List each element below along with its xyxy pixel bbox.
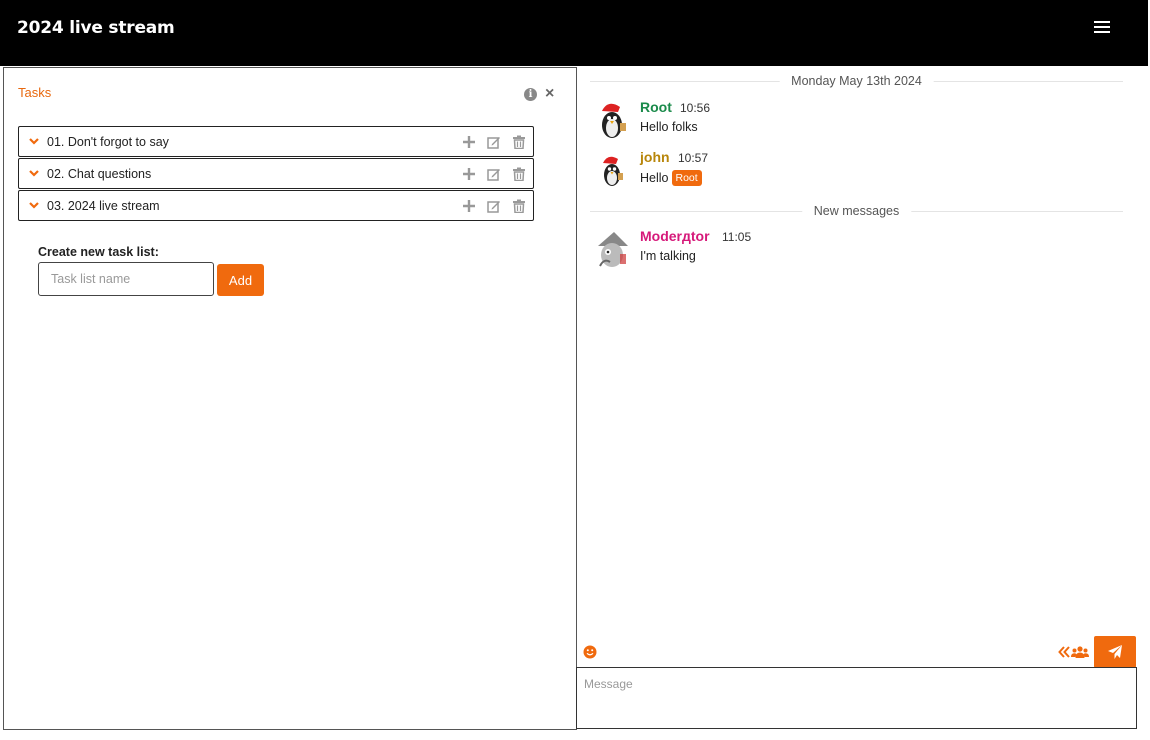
message-text: I'm talking: [640, 249, 696, 263]
tasks-title[interactable]: Tasks: [18, 85, 51, 100]
trash-icon[interactable]: [512, 135, 526, 149]
chevron-down-icon[interactable]: [29, 136, 39, 146]
smile-icon[interactable]: [583, 645, 597, 659]
message-time: 10:56: [680, 101, 711, 115]
trash-icon[interactable]: [512, 167, 526, 181]
task-list-name: 02. Chat questions: [47, 167, 152, 181]
info-icon[interactable]: i: [524, 88, 537, 101]
bars-icon[interactable]: [1094, 21, 1110, 35]
date-divider-label: Monday May 13th 2024: [779, 74, 934, 88]
message-text-content: Hello: [640, 171, 669, 185]
send-button[interactable]: [1094, 636, 1136, 668]
chevron-down-icon[interactable]: [29, 200, 39, 210]
users-icon[interactable]: [1058, 645, 1090, 659]
message-time: 10:57: [678, 151, 709, 165]
task-lists: 01. Don't forgot to say 02. Chat questio…: [18, 126, 534, 222]
trash-icon[interactable]: [512, 199, 526, 213]
message-text: Hello Root: [640, 170, 702, 186]
task-list-name: 01. Don't forgot to say: [47, 135, 169, 149]
avatar[interactable]: [594, 230, 630, 270]
tasks-panel: Tasks i × 01. Don't forgot to say 02. Ch…: [3, 67, 577, 730]
chat-panel: Monday May 13th 2024 Root 10:56 Hello fo…: [577, 67, 1137, 667]
edit-icon[interactable]: [487, 167, 501, 181]
avatar[interactable]: [594, 153, 630, 193]
task-list-item[interactable]: 03. 2024 live stream: [18, 190, 534, 221]
task-list-name-input[interactable]: [38, 262, 214, 296]
message-username[interactable]: Root: [640, 99, 672, 115]
plus-icon[interactable]: [462, 199, 476, 213]
close-icon[interactable]: ×: [545, 86, 554, 102]
chevron-down-icon[interactable]: [29, 168, 39, 178]
top-bar: 2024 live stream: [0, 0, 1148, 66]
message-time: 11:05: [722, 230, 752, 244]
message-text: Hello folks: [640, 120, 698, 134]
new-task-list-label: Create new task list:: [38, 245, 159, 259]
new-messages-divider: New messages: [590, 204, 1123, 218]
task-list-item[interactable]: 01. Don't forgot to say: [18, 126, 534, 157]
message-username[interactable]: john: [640, 149, 670, 165]
task-list-item[interactable]: 02. Chat questions: [18, 158, 534, 189]
new-messages-label: New messages: [801, 204, 912, 218]
task-list-name: 03. 2024 live stream: [47, 199, 160, 213]
paper-plane-icon: [1108, 645, 1122, 659]
message-username[interactable]: Moderдtor: [640, 228, 710, 244]
edit-icon[interactable]: [487, 199, 501, 213]
edit-icon[interactable]: [487, 135, 501, 149]
message-input[interactable]: [576, 667, 1137, 729]
plus-icon[interactable]: [462, 135, 476, 149]
avatar[interactable]: [594, 101, 630, 141]
plus-icon[interactable]: [462, 167, 476, 181]
new-task-list-form: Create new task list: Add: [38, 245, 264, 296]
date-divider: Monday May 13th 2024: [590, 74, 1123, 88]
add-task-list-button[interactable]: Add: [217, 264, 264, 296]
mention-badge[interactable]: Root: [671, 170, 702, 186]
page-title: 2024 live stream: [17, 18, 175, 38]
